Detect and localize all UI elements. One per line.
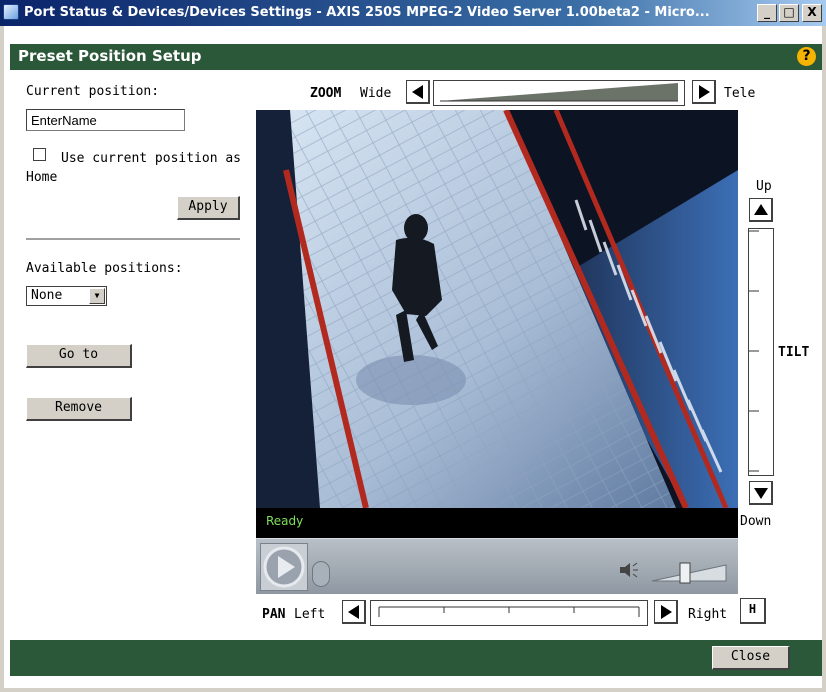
pan-left-label: Left: [294, 607, 326, 622]
arrow-left-icon: [348, 605, 359, 619]
goto-button[interactable]: Go to: [26, 344, 132, 368]
zoom-out-button[interactable]: [406, 80, 430, 104]
status-text: Ready: [266, 514, 304, 528]
remove-button[interactable]: Remove: [26, 397, 132, 421]
zoom-ramp: [440, 83, 678, 102]
arrow-down-icon: [754, 488, 768, 499]
record-icon[interactable]: [312, 561, 330, 587]
zoom-tele-label: Tele: [724, 86, 756, 101]
browser-app-icon: [3, 4, 19, 20]
tilt-label: TILT: [778, 345, 810, 360]
pan-ticks: [378, 606, 640, 617]
use-as-home-checkbox[interactable]: [33, 148, 46, 161]
pan-right-label: Right: [688, 607, 728, 622]
play-icon: [263, 546, 305, 588]
apply-button[interactable]: Apply: [177, 196, 240, 220]
pan-slider[interactable]: [370, 600, 648, 626]
zoom-slider[interactable]: [433, 80, 685, 106]
arrow-right-icon: [661, 605, 672, 619]
arrow-left-icon: [412, 85, 423, 99]
selected-position: None: [31, 288, 63, 303]
video-status-bar: Ready: [256, 508, 738, 538]
help-icon[interactable]: ?: [797, 47, 816, 66]
window-title-bar[interactable]: Port Status & Devices/Devices Settings -…: [0, 0, 826, 26]
window-close-button[interactable]: X: [802, 4, 822, 22]
available-positions-label: Available positions:: [26, 261, 183, 276]
dialog-footer: Close: [10, 640, 822, 676]
zoom-in-button[interactable]: [692, 80, 716, 104]
tilt-slider[interactable]: [748, 228, 774, 476]
available-positions-select[interactable]: None ▼: [26, 286, 107, 306]
surveillance-image: [256, 110, 738, 508]
tilt-down-button[interactable]: [749, 481, 773, 505]
volume-ramp: [651, 562, 727, 584]
volume-slider[interactable]: [648, 561, 730, 585]
speaker-icon[interactable]: [618, 561, 640, 579]
home-position-button[interactable]: H: [740, 598, 766, 624]
position-name-input[interactable]: [26, 109, 185, 131]
current-position-label: Current position:: [26, 84, 160, 99]
chevron-down-icon[interactable]: ▼: [89, 288, 105, 304]
tilt-up-label: Up: [756, 179, 772, 194]
pan-right-button[interactable]: [654, 600, 678, 624]
home-checkbox-label-cont: Home: [26, 170, 58, 185]
dialog-header: Preset Position Setup ?: [10, 44, 822, 70]
play-button[interactable]: [260, 543, 308, 591]
tilt-down-label: Down: [740, 514, 772, 529]
zoom-label: ZOOM: [310, 86, 342, 101]
tilt-ticks: [749, 230, 759, 472]
maximize-button[interactable]: □: [779, 4, 799, 22]
home-checkbox-label: Use current position as: [61, 151, 242, 166]
page-title: Preset Position Setup: [18, 47, 202, 65]
tilt-up-button[interactable]: [749, 198, 773, 222]
minimize-button[interactable]: _: [757, 4, 777, 22]
close-button[interactable]: Close: [712, 646, 790, 670]
player-controls: [256, 538, 738, 594]
window-title: Port Status & Devices/Devices Settings -…: [24, 5, 710, 20]
pan-label: PAN: [262, 607, 286, 622]
camera-video-feed[interactable]: [256, 110, 738, 508]
divider: [26, 238, 240, 240]
arrow-up-icon: [754, 204, 768, 215]
zoom-wide-label: Wide: [360, 86, 392, 101]
arrow-right-icon: [699, 85, 710, 99]
pan-left-button[interactable]: [342, 600, 366, 624]
